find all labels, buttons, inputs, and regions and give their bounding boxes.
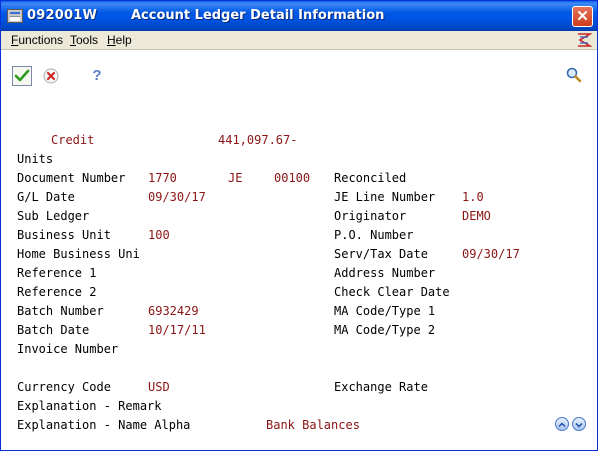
exchange-rate-label: Exchange Rate bbox=[334, 380, 428, 394]
je-line-number-label: JE Line Number bbox=[334, 190, 436, 204]
batch-date-value: 10/17/11 bbox=[148, 323, 206, 337]
title-bar: 092001W Account Ledger Detail Informatio… bbox=[1, 1, 597, 31]
chevron-down-icon bbox=[575, 422, 583, 428]
menu-functions[interactable]: Functions bbox=[11, 33, 63, 47]
currency-code-value: USD bbox=[148, 380, 170, 394]
gl-date-value: 09/30/17 bbox=[148, 190, 206, 204]
address-number-label: Address Number bbox=[334, 266, 436, 280]
batch-number-value: 6932429 bbox=[148, 304, 199, 318]
menu-tools[interactable]: Tools bbox=[70, 33, 98, 47]
record-navigation bbox=[555, 417, 587, 433]
document-number-value: 1770 bbox=[148, 171, 177, 185]
invoice-number-label: Invoice Number bbox=[17, 342, 119, 356]
close-button[interactable]: ✕ bbox=[572, 6, 593, 27]
serv-tax-date-label: Serv/Tax Date bbox=[334, 247, 428, 261]
je-line-number-value: 1.0 bbox=[462, 190, 484, 204]
ledger-detail-form: Credit 441,097.67- Units Document Number… bbox=[1, 104, 597, 450]
document-type-value: JE bbox=[228, 171, 243, 185]
home-business-unit-label: Home Business Uni bbox=[17, 247, 140, 261]
document-company-value: 00100 bbox=[274, 171, 311, 185]
serv-tax-date-value: 09/30/17 bbox=[462, 247, 520, 261]
menu-help-mnemonic: H bbox=[107, 33, 116, 47]
window-app-icon bbox=[7, 9, 23, 23]
cancel-icon bbox=[43, 68, 59, 84]
ok-button[interactable] bbox=[12, 66, 32, 86]
find-button[interactable] bbox=[565, 66, 585, 86]
gl-date-label: G/L Date bbox=[17, 190, 75, 204]
reconciled-label: Reconciled bbox=[334, 171, 407, 185]
chevron-up-icon bbox=[558, 422, 566, 428]
menu-help-label: elp bbox=[115, 33, 132, 47]
menu-help[interactable]: Help bbox=[107, 33, 132, 47]
checkmark-icon bbox=[14, 69, 30, 82]
menu-bar: Functions Tools Help bbox=[1, 31, 597, 50]
menu-tools-label: ools bbox=[76, 33, 99, 47]
units-label: Units bbox=[17, 152, 54, 166]
reference-2-label: Reference 2 bbox=[17, 285, 97, 299]
reference-1-label: Reference 1 bbox=[17, 266, 97, 280]
business-unit-value: 100 bbox=[148, 228, 170, 242]
menu-functions-label: unctions bbox=[18, 33, 64, 47]
sub-ledger-label: Sub Ledger bbox=[17, 209, 90, 223]
batch-number-label: Batch Number bbox=[17, 304, 104, 318]
document-number-label: Document Number bbox=[17, 171, 126, 185]
explanation-remark-label: Explanation - Remark bbox=[17, 399, 162, 413]
explanation-name-alpha-value: Bank Balances bbox=[266, 418, 360, 432]
previous-record-button[interactable] bbox=[555, 417, 569, 431]
toolbar: ? bbox=[1, 50, 597, 104]
application-window: 092001W Account Ledger Detail Informatio… bbox=[0, 0, 598, 451]
currency-code-label: Currency Code bbox=[17, 380, 111, 394]
originator-label: Originator bbox=[334, 209, 407, 223]
magnifier-icon bbox=[566, 67, 582, 83]
jde-logo-icon bbox=[578, 33, 592, 47]
po-number-label: P.O. Number bbox=[334, 228, 414, 242]
batch-date-label: Batch Date bbox=[17, 323, 90, 337]
credit-label: Credit bbox=[51, 133, 95, 147]
cancel-button[interactable] bbox=[41, 66, 61, 86]
explanation-name-alpha-label: Explanation - Name Alpha bbox=[17, 418, 191, 432]
business-unit-label: Business Unit bbox=[17, 228, 111, 242]
originator-value: DEMO bbox=[462, 209, 491, 223]
program-id: 092001W bbox=[27, 8, 98, 23]
window-title: Account Ledger Detail Information bbox=[131, 8, 385, 23]
check-clear-date-label: Check Clear Date bbox=[334, 285, 450, 299]
ma-code-type-1-label: MA Code/Type 1 bbox=[334, 304, 436, 318]
next-record-button[interactable] bbox=[572, 417, 586, 431]
ma-code-type-2-label: MA Code/Type 2 bbox=[334, 323, 436, 337]
credit-value: 441,097.67- bbox=[218, 133, 298, 147]
help-button[interactable]: ? bbox=[87, 66, 107, 86]
